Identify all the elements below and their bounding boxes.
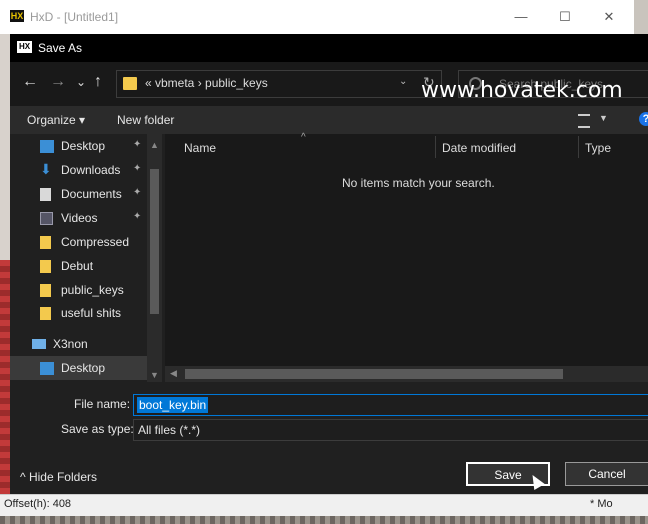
documents-icon [40, 188, 51, 201]
new-folder-button[interactable]: New folder [117, 113, 174, 127]
address-dropdown-chevron-icon[interactable]: ⌄ [399, 76, 407, 87]
view-options-icon[interactable] [578, 114, 590, 128]
command-bar: Organize ▾ New folder ▼ ? [10, 106, 648, 134]
computer-icon [32, 339, 46, 349]
nav-item-label: public_keys [61, 283, 124, 297]
nav-item-label: Desktop [61, 361, 106, 375]
folder-icon [40, 307, 51, 320]
nav-item-label: Desktop [61, 139, 106, 153]
save-as-dialog: HX Save As ← → ⌄ ↑ « vbmeta › public_key… [10, 34, 648, 494]
hide-folders-button[interactable]: ^ Hide Folders [20, 470, 97, 484]
videos-icon [40, 212, 53, 225]
nav-item-documents[interactable]: Documents ✦ [40, 184, 148, 206]
nav-item-label: Downloads [61, 163, 121, 177]
pin-icon[interactable]: ✦ [133, 139, 141, 150]
navigation-pane: Desktop ✦ ⬇ Downloads ✦ Documents ✦ Vide… [10, 134, 162, 382]
folder-icon [40, 284, 51, 297]
nav-item-videos[interactable]: Videos ✦ [40, 208, 148, 230]
file-name-input[interactable]: boot_key.bin [133, 394, 648, 416]
status-mode: * Mo [590, 498, 613, 510]
status-offset: Offset(h): 408 [4, 498, 72, 510]
folder-icon [123, 77, 137, 90]
save-as-type-label: Save as type: [61, 422, 134, 436]
dialog-title: Save As [38, 41, 83, 55]
cancel-button[interactable]: Cancel [565, 462, 648, 486]
hxd-statusbar: Offset(h): 408 * Mo [0, 494, 648, 517]
nav-item-useful-shits[interactable]: useful shits [40, 303, 148, 325]
nav-pane-scroll-thumb[interactable] [150, 169, 159, 314]
back-arrow-icon[interactable]: ← [22, 74, 38, 90]
forward-arrow-icon[interactable]: → [50, 74, 66, 90]
close-window-button[interactable]: ✕ [586, 4, 632, 30]
pin-icon[interactable]: ✦ [133, 187, 141, 198]
hxd-editor-edge-red [0, 260, 10, 510]
empty-folder-message: No items match your search. [342, 176, 495, 190]
view-options-chevron-icon[interactable]: ▼ [599, 113, 608, 123]
address-bar[interactable]: « vbmeta › public_keys ⌄ ↻ [116, 70, 442, 98]
desktop-icon [40, 140, 54, 153]
folder-icon [40, 236, 51, 249]
nav-item-desktop[interactable]: Desktop ✦ [40, 136, 148, 158]
horizontal-scrollbar[interactable]: ◀ [165, 366, 648, 382]
column-name[interactable]: Name [184, 141, 216, 155]
nav-item-public-keys[interactable]: public_keys [40, 280, 148, 302]
nav-item-label: X3non [53, 337, 88, 351]
pin-icon[interactable]: ✦ [133, 211, 141, 222]
downloads-icon: ⬇ [40, 161, 52, 177]
pin-icon[interactable]: ✦ [133, 163, 141, 174]
hxd-app-icon: HX [10, 10, 24, 22]
organize-button[interactable]: Organize ▾ [27, 113, 85, 127]
nav-item-label: Videos [61, 211, 98, 225]
nav-item-debut[interactable]: Debut [40, 256, 148, 278]
column-divider[interactable] [578, 136, 579, 158]
up-arrow-icon[interactable]: ↑ [94, 74, 102, 90]
scroll-down-icon[interactable]: ▼ [150, 370, 159, 380]
hxd-window-title: HxD - [Untitled1] [30, 10, 119, 24]
help-icon[interactable]: ? [639, 112, 648, 126]
recent-locations-chevron-icon[interactable]: ⌄ [76, 74, 86, 90]
maximize-button[interactable]: ☐ [542, 4, 588, 30]
background-strip [634, 0, 648, 34]
save-as-type-value[interactable]: All files (*.*) [138, 423, 200, 437]
nav-item-desktop-selected[interactable]: Desktop [40, 358, 148, 380]
breadcrumb[interactable]: « vbmeta › public_keys [145, 76, 268, 90]
column-type[interactable]: Type [585, 141, 611, 155]
nav-item-compressed[interactable]: Compressed [40, 232, 148, 254]
nav-item-label: Debut [61, 259, 94, 273]
nav-item-downloads[interactable]: ⬇ Downloads ✦ [40, 160, 148, 182]
save-options-area: File name: boot_key.bin Save as type: Al… [10, 382, 648, 494]
column-header-row: ^ Name Date modified Type [165, 132, 648, 160]
watermark: www.hovatek.com [421, 78, 623, 103]
save-as-type-select[interactable]: All files (*.*) [133, 419, 648, 441]
scroll-left-icon[interactable]: ◀ [170, 368, 177, 379]
file-name-value[interactable]: boot_key.bin [137, 397, 209, 413]
hxd-titlebar: HX HxD - [Untitled1] — ☐ ✕ [0, 0, 634, 35]
nav-item-x3non[interactable]: X3non [32, 334, 140, 356]
nav-item-label: Documents [61, 187, 122, 201]
dialog-titlebar: HX Save As [10, 34, 648, 62]
nav-item-label: Compressed [61, 235, 130, 249]
folder-icon [40, 260, 51, 273]
column-divider[interactable] [435, 136, 436, 158]
desktop-icon [40, 362, 54, 375]
desktop-background [0, 516, 648, 524]
sort-caret-icon: ^ [301, 132, 306, 143]
scroll-up-icon[interactable]: ▲ [150, 140, 159, 150]
column-date-modified[interactable]: Date modified [442, 141, 516, 155]
navigation-bar: ← → ⌄ ↑ « vbmeta › public_keys ⌄ ↻ Searc… [10, 62, 648, 106]
minimize-button[interactable]: — [498, 4, 544, 30]
file-list-pane: ^ Name Date modified Type No items match… [165, 132, 648, 382]
dialog-app-icon: HX [17, 41, 32, 53]
horizontal-scroll-thumb[interactable] [185, 369, 563, 379]
file-name-label: File name: [74, 397, 131, 411]
nav-item-label: useful shits [61, 306, 122, 320]
